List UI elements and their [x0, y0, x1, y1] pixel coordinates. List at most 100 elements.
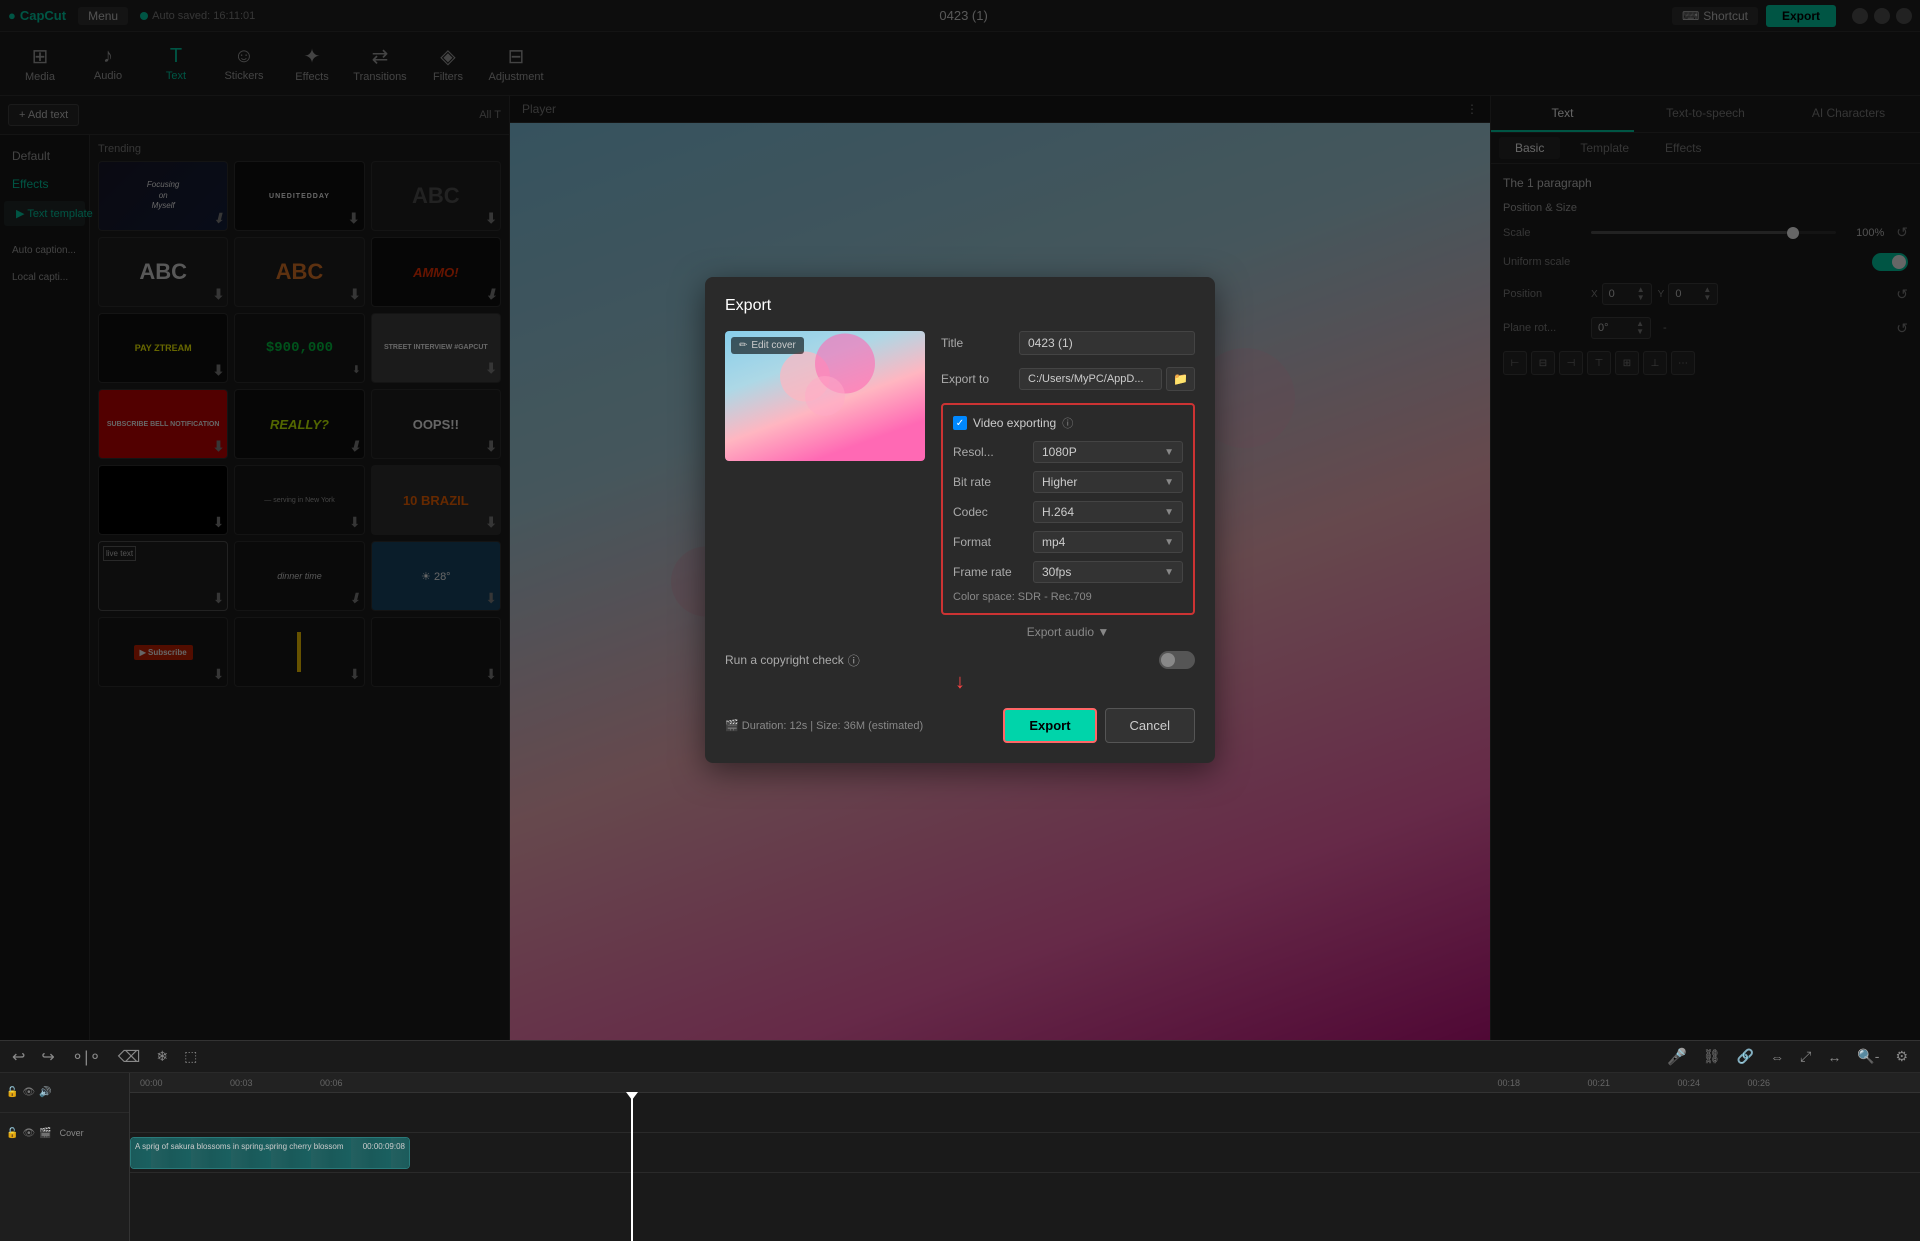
bit-rate-select[interactable]: Higher ▼	[1033, 471, 1183, 493]
video-export-checkbox[interactable]: ✓	[953, 416, 967, 430]
cover-label: Cover	[60, 1128, 84, 1138]
cancel-button[interactable]: Cancel	[1105, 708, 1195, 743]
title-field-label: Title	[941, 336, 1011, 350]
title-input[interactable]	[1019, 331, 1195, 355]
bit-rate-arrow-icon: ▼	[1164, 477, 1174, 488]
link-button[interactable]: 🔗	[1733, 1046, 1758, 1067]
video-file-icon: 🎬	[725, 720, 739, 732]
format-select[interactable]: mp4 ▼	[1033, 531, 1183, 553]
settings-btn[interactable]: ⚙	[1891, 1046, 1912, 1067]
timeline-track-controls-1: 🔓 👁 🔊	[0, 1073, 129, 1113]
format-row: Format mp4 ▼	[953, 531, 1183, 553]
format-label: Format	[953, 535, 1033, 549]
bit-rate-value: Higher	[1042, 475, 1077, 489]
browse-folder-button[interactable]: 📁	[1166, 367, 1195, 391]
clip-info: A sprig of sakura blossoms in spring,spr…	[135, 1142, 405, 1151]
ruler-tick-21: 00:21	[1587, 1078, 1610, 1088]
export-modal: Export ✏ Edit cover	[705, 277, 1215, 763]
format-value: mp4	[1042, 535, 1065, 549]
modal-form: Title Export to C:/Users/MyPC/AppD... 📁 …	[941, 331, 1195, 639]
redo-button[interactable]: ↪	[37, 1045, 58, 1069]
title-row: Title	[941, 331, 1195, 355]
freeze-button[interactable]: ❄	[152, 1046, 172, 1067]
bit-rate-row: Bit rate Higher ▼	[953, 471, 1183, 493]
arrow-indicator: ↓	[725, 671, 1195, 694]
chain-button[interactable]: ⛓	[1699, 1046, 1725, 1067]
timeline-tracks: A sprig of sakura blossoms in spring,spr…	[130, 1093, 1920, 1241]
frame-rate-arrow-icon: ▼	[1164, 567, 1174, 578]
codec-arrow-icon: ▼	[1164, 507, 1174, 518]
unlink-button[interactable]: ⇔	[1766, 1047, 1788, 1067]
edit-icon: ✏	[739, 340, 747, 351]
timeline-btn5[interactable]: ⤢	[1796, 1046, 1815, 1067]
clip-text: A sprig of sakura blossoms in spring,spr…	[135, 1142, 344, 1151]
modal-buttons: Export Cancel	[1003, 708, 1195, 743]
eye-icon2[interactable]: 👁	[22, 1128, 35, 1139]
video-export-header: ✓ Video exporting ⓘ	[953, 415, 1183, 431]
ruler-tick-26: 00:26	[1747, 1078, 1770, 1088]
frame-rate-label: Frame rate	[953, 565, 1033, 579]
resolution-arrow-icon: ▼	[1164, 447, 1174, 458]
split-button[interactable]: ⚬|⚬	[67, 1045, 106, 1069]
video-icon[interactable]: 🎬	[39, 1128, 51, 1139]
modal-overlay: Export ✏ Edit cover	[0, 0, 1920, 1040]
format-arrow-icon: ▼	[1164, 537, 1174, 548]
codec-value: H.264	[1042, 505, 1074, 519]
codec-select[interactable]: H.264 ▼	[1033, 501, 1183, 523]
timeline-main: 00:00 00:03 00:06 00:18 00:21 00:24 00:2…	[130, 1073, 1920, 1241]
ruler-tick-0: 00:00	[140, 1078, 163, 1088]
timeline-content: 🔓 👁 🔊 🔓 👁 🎬 Cover 00:00 00:03 00:06 00:1…	[0, 1073, 1920, 1241]
speaker-icon[interactable]: 🔊	[39, 1087, 51, 1098]
copyright-label: Run a copyright check ⓘ	[725, 652, 860, 669]
lock-icon[interactable]: 🔓	[6, 1087, 18, 1098]
eye-icon[interactable]: 👁	[22, 1087, 35, 1098]
copyright-info-icon[interactable]: ⓘ	[848, 652, 860, 669]
zoom-out-btn[interactable]: 🔍-	[1853, 1046, 1883, 1067]
timeline: ↩ ↪ ⚬|⚬ ⌫ ❄ ⬚ 🎤 ⛓ 🔗 ⇔ ⤢ ↔ 🔍- ⚙ 🔓 👁 🔊 🔓 👁…	[0, 1040, 1920, 1240]
ruler-tick-18: 00:18	[1497, 1078, 1520, 1088]
video-clip[interactable]: A sprig of sakura blossoms in spring,spr…	[130, 1137, 410, 1169]
lock-icon2[interactable]: 🔓	[6, 1128, 18, 1139]
export-to-row: Export to C:/Users/MyPC/AppD... 📁	[941, 367, 1195, 391]
modal-body: ✏ Edit cover Title Export to C:/Users/My…	[725, 331, 1195, 639]
ruler-tick-3: 00:03	[230, 1078, 253, 1088]
playhead-indicator	[626, 1092, 638, 1100]
timeline-toolbar: ↩ ↪ ⚬|⚬ ⌫ ❄ ⬚ 🎤 ⛓ 🔗 ⇔ ⤢ ↔ 🔍- ⚙	[0, 1041, 1920, 1073]
playhead[interactable]	[631, 1093, 633, 1241]
timeline-side-panel: 🔓 👁 🔊 🔓 👁 🎬 Cover	[0, 1073, 130, 1241]
crop-button[interactable]: ⬚	[180, 1046, 201, 1067]
video-export-info-icon[interactable]: ⓘ	[1062, 415, 1073, 431]
video-export-section: ✓ Video exporting ⓘ Resol... 1080P ▼	[941, 403, 1195, 615]
copyright-row: Run a copyright check ⓘ	[725, 651, 1195, 669]
undo-button[interactable]: ↩	[8, 1045, 29, 1069]
resolution-label: Resol...	[953, 445, 1033, 459]
ruler-tick-6: 00:06	[320, 1078, 343, 1088]
timeline-track-1	[130, 1093, 1920, 1133]
frame-rate-select[interactable]: 30fps ▼	[1033, 561, 1183, 583]
bit-rate-label: Bit rate	[953, 475, 1033, 489]
export-audio-row: Export audio ▼	[941, 625, 1195, 639]
modal-preview-section: ✏ Edit cover	[725, 331, 925, 639]
export-path-group: C:/Users/MyPC/AppD... 📁	[1019, 367, 1195, 391]
copyright-toggle[interactable]	[1159, 651, 1195, 669]
frame-rate-row: Frame rate 30fps ▼	[953, 561, 1183, 583]
resolution-select[interactable]: 1080P ▼	[1033, 441, 1183, 463]
modal-title: Export	[725, 297, 1195, 315]
codec-row: Codec H.264 ▼	[953, 501, 1183, 523]
export-audio-button[interactable]: Export audio ▼	[1027, 625, 1110, 639]
codec-label: Codec	[953, 505, 1033, 519]
color-space-label: Color space: SDR - Rec.709	[953, 591, 1183, 603]
frame-rate-value: 30fps	[1042, 565, 1071, 579]
export-path-display: C:/Users/MyPC/AppD...	[1019, 368, 1162, 390]
edit-cover-button[interactable]: ✏ Edit cover	[731, 337, 804, 354]
timeline-ruler: 00:00 00:03 00:06 00:18 00:21 00:24 00:2…	[130, 1073, 1920, 1093]
resolution-row: Resol... 1080P ▼	[953, 441, 1183, 463]
timeline-track-2: A sprig of sakura blossoms in spring,spr…	[130, 1133, 1920, 1173]
ruler-tick-24: 00:24	[1677, 1078, 1700, 1088]
delete-button[interactable]: ⌫	[114, 1045, 145, 1069]
timeline-btn6[interactable]: ↔	[1823, 1047, 1845, 1067]
microphone-button[interactable]: 🎤	[1663, 1045, 1691, 1069]
timeline-track-controls-2: 🔓 👁 🎬 Cover	[0, 1113, 129, 1153]
export-confirm-button[interactable]: Export	[1003, 708, 1096, 743]
video-export-label: Video exporting	[973, 416, 1056, 430]
